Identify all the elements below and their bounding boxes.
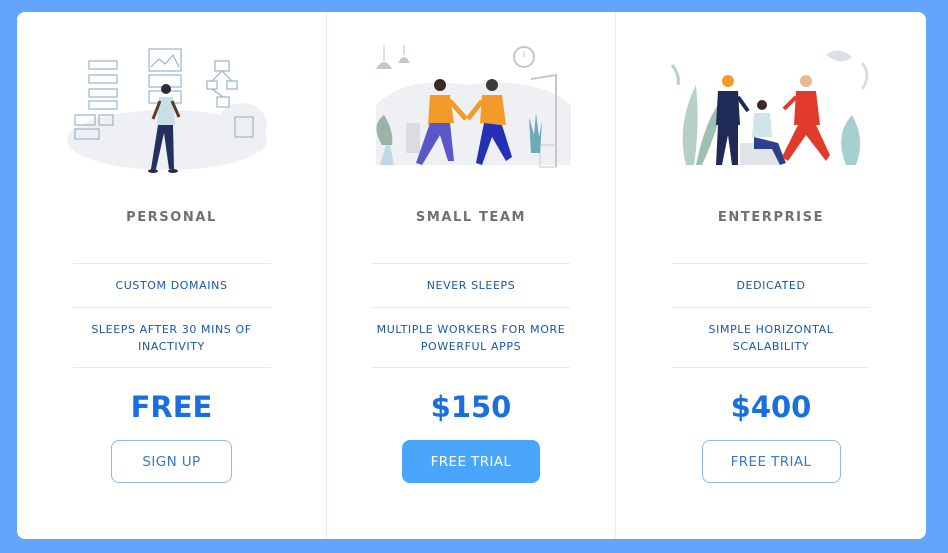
feature-item: DEDICATED	[672, 263, 870, 307]
plan-price: $150	[430, 390, 512, 424]
two-people-meeting-illustration	[366, 45, 576, 175]
pricing-card: PERSONAL CUSTOM DOMAINS SLEEPS AFTER 30 …	[17, 12, 926, 539]
sign-up-button[interactable]: SIGN UP	[111, 440, 232, 483]
plan-personal: PERSONAL CUSTOM DOMAINS SLEEPS AFTER 30 …	[17, 12, 326, 539]
feature-item: MULTIPLE WORKERS FOR MORE POWERFUL APPS	[372, 307, 570, 368]
feature-item: CUSTOM DOMAINS	[72, 263, 271, 307]
feature-list: CUSTOM DOMAINS SLEEPS AFTER 30 MINS OF I…	[72, 263, 271, 368]
feature-item: SLEEPS AFTER 30 MINS OF INACTIVITY	[72, 307, 271, 368]
plan-enterprise: ENTERPRISE DEDICATED SIMPLE HORIZONTAL S…	[615, 12, 926, 539]
plan-name: ENTERPRISE	[717, 210, 825, 225]
feature-list: DEDICATED SIMPLE HORIZONTAL SCALABILITY	[672, 263, 870, 368]
plan-name: SMALL TEAM	[415, 210, 527, 225]
group-of-people-illustration	[666, 45, 876, 175]
free-trial-button[interactable]: FREE TRIAL	[701, 440, 841, 483]
plan-price: FREE	[130, 390, 213, 424]
feature-item: SIMPLE HORIZONTAL SCALABILITY	[672, 307, 870, 368]
plan-small-team: SMALL TEAM NEVER SLEEPS MULTIPLE WORKERS…	[326, 12, 615, 539]
plan-name: PERSONAL	[126, 210, 217, 225]
plan-price: $400	[730, 390, 812, 424]
feature-list: NEVER SLEEPS MULTIPLE WORKERS FOR MORE P…	[372, 263, 570, 368]
feature-item: NEVER SLEEPS	[372, 263, 570, 307]
free-trial-button[interactable]: FREE TRIAL	[402, 440, 540, 483]
person-walking-illustration	[66, 45, 277, 175]
